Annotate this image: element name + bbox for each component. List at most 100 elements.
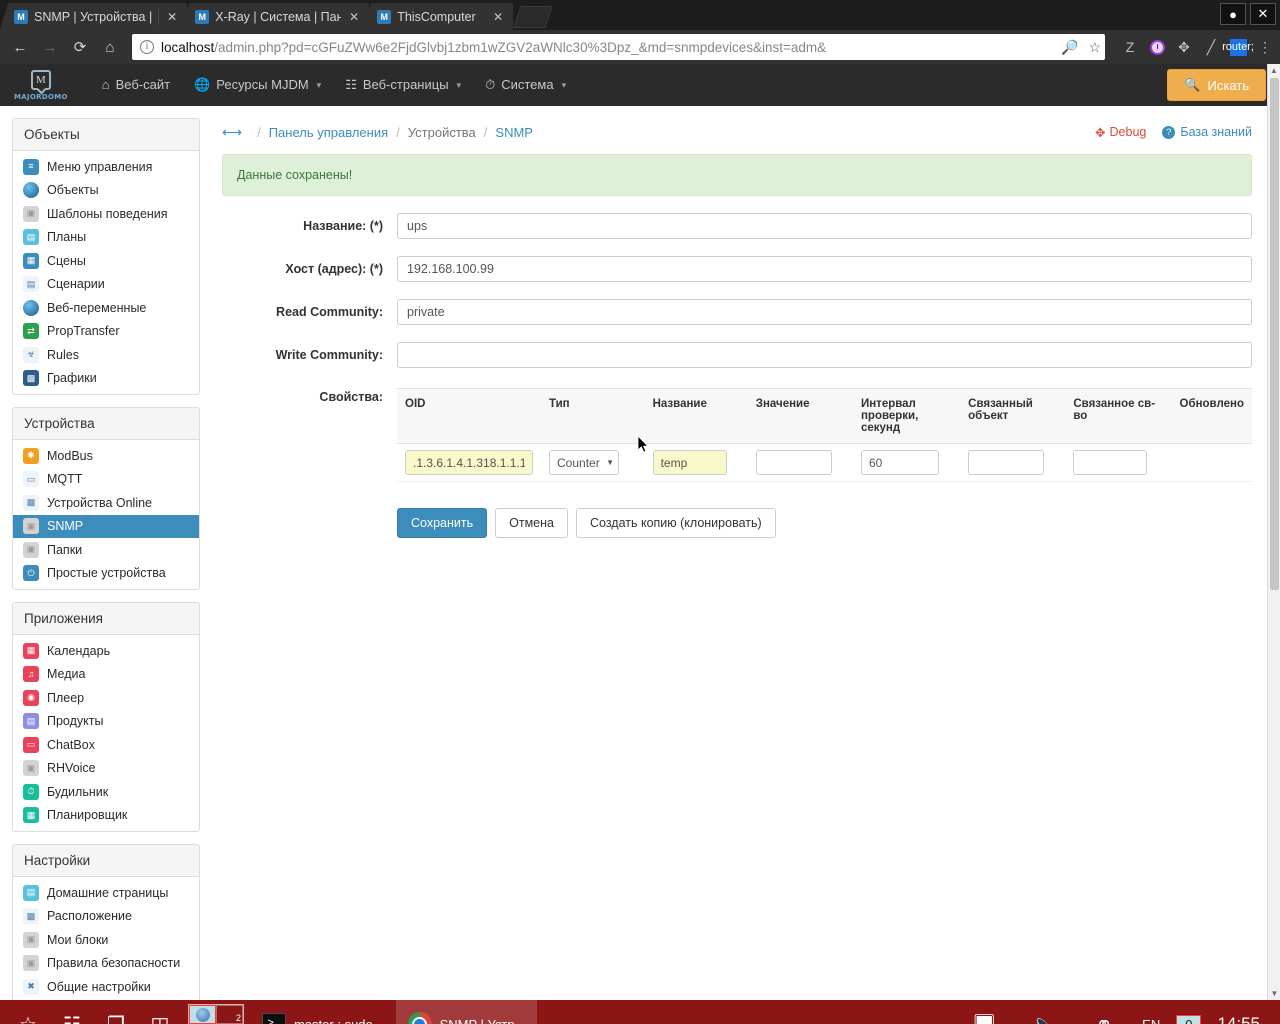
- sidebar-item-my-blocks[interactable]: ▣Мои блоки: [13, 928, 199, 952]
- star-icon[interactable]: ☆: [6, 1002, 50, 1024]
- sidebar-item-security-rules[interactable]: ▣Правила безопасности: [13, 952, 199, 976]
- search-button[interactable]: 🔍 Искать: [1167, 69, 1266, 101]
- clock[interactable]: 14:55: [1217, 1014, 1260, 1024]
- browser-tab-0[interactable]: M SNMP | Устройства | ✕: [0, 3, 187, 30]
- network-icon[interactable]: 🖥: [962, 1002, 1006, 1024]
- clock-icon[interactable]: [1148, 38, 1166, 56]
- sidebar-item-home-pages[interactable]: ▤Домашние страницы: [13, 881, 199, 905]
- workspace-pager[interactable]: 2 3 4: [188, 1004, 244, 1024]
- usb-icon[interactable]: ⚭: [1082, 1002, 1126, 1024]
- write-community-input[interactable]: [397, 342, 1252, 368]
- sidebar-item-scripts[interactable]: ▤Сценарии: [13, 273, 199, 297]
- sidebar-item-web-variables[interactable]: Веб-переменные: [13, 296, 199, 320]
- sidebar-item-mqtt[interactable]: ▭MQTT: [13, 468, 199, 492]
- drawers-icon[interactable]: ◫: [138, 1002, 182, 1024]
- sidebar-item-modbus[interactable]: ✱ModBus: [13, 444, 199, 468]
- sidebar-item-calendar[interactable]: ▦Календарь: [13, 639, 199, 663]
- host-input[interactable]: [397, 256, 1252, 282]
- close-icon[interactable]: ✕: [1250, 3, 1276, 25]
- sidebar-item-scheduler[interactable]: ▦Планировщик: [13, 804, 199, 828]
- property-name-input[interactable]: [653, 450, 727, 475]
- slash-icon[interactable]: ╱: [1202, 38, 1220, 56]
- sidebar-item-devices-online[interactable]: ▩Устройства Online: [13, 491, 199, 515]
- browser-tab-2[interactable]: M ThisComputer ✕: [363, 3, 513, 30]
- breadcrumb-item-dashboard[interactable]: Панель управления: [269, 125, 388, 140]
- page-viewport: M MAJORDOMO ⌂ Веб-сайт 🌐 Ресурсы MJDM ▾ …: [0, 64, 1280, 1000]
- tab-close-icon[interactable]: ✕: [347, 11, 361, 23]
- sidebar-item-folders[interactable]: ▣Папки: [13, 538, 199, 562]
- nav-item-webpages[interactable]: ☷ Веб-страницы ▾: [333, 64, 473, 106]
- browser-tab-1[interactable]: M X-Ray | Система | Пан ✕: [181, 3, 369, 30]
- linked-object-input[interactable]: [968, 450, 1044, 475]
- sidebar-item-chatbox[interactable]: ▭ChatBox: [13, 733, 199, 757]
- home-icon[interactable]: ⌂: [96, 34, 124, 60]
- sidebar-item-charts[interactable]: ▩Графики: [13, 367, 199, 391]
- save-button[interactable]: Сохранить: [397, 508, 487, 538]
- bookmark-star-icon[interactable]: ☆: [1088, 39, 1101, 56]
- sidebar-item-alarm[interactable]: ⏱Будильник: [13, 780, 199, 804]
- workspace-2[interactable]: 2: [216, 1005, 243, 1024]
- name-input[interactable]: [397, 213, 1252, 239]
- apps-grid-icon[interactable]: ☷: [50, 1002, 94, 1024]
- browser-menu-icon[interactable]: ⋮: [1256, 38, 1274, 56]
- language-indicator[interactable]: EN: [1142, 1017, 1160, 1024]
- sidebar-item-objects[interactable]: Объекты: [13, 179, 199, 203]
- sidebar-item-scenes[interactable]: ▦Сцены: [13, 249, 199, 273]
- site-info-icon[interactable]: i: [140, 40, 154, 54]
- page-scrollbar[interactable]: ▲ ▼: [1267, 64, 1280, 1000]
- expand-icon[interactable]: router;: [1229, 38, 1247, 56]
- sidebar-item-snmp[interactable]: ▣SNMP: [13, 515, 199, 539]
- tab-close-icon[interactable]: ✕: [491, 11, 505, 23]
- read-community-input[interactable]: [397, 299, 1252, 325]
- breadcrumb-item-snmp[interactable]: SNMP: [495, 125, 533, 140]
- search-minus-icon[interactable]: 🔎: [1061, 39, 1078, 56]
- sidebar-item-player[interactable]: ◉Плеер: [13, 686, 199, 710]
- oid-input[interactable]: [405, 450, 533, 475]
- clone-button[interactable]: Создать копию (клонировать): [576, 508, 776, 538]
- taskbar: ☆ ☷ ❐ ◫ 2 3 4 >_ master : sudo... SNMP |…: [0, 1000, 1280, 1024]
- sidebar-item-general-settings[interactable]: ✖Общие настройки: [13, 975, 199, 999]
- collapse-sidebar-icon[interactable]: ⟷: [222, 124, 242, 141]
- new-tab-button[interactable]: [514, 6, 553, 28]
- forward-icon[interactable]: →: [36, 34, 64, 60]
- sidebar-item-control-menu[interactable]: ≡Меню управления: [13, 155, 199, 179]
- linked-property-input[interactable]: [1073, 450, 1147, 475]
- sidebar-item-sound-files[interactable]: ▣Звуковые файлы: [13, 999, 199, 1001]
- tab-close-icon[interactable]: ✕: [165, 11, 179, 23]
- nav-item-system[interactable]: ⏱ Система ▾: [473, 64, 578, 106]
- nav-item-resources[interactable]: 🌐 Ресурсы MJDM ▾: [182, 64, 333, 106]
- taskbar-task-chrome[interactable]: SNMP | Устр...: [396, 1000, 538, 1024]
- cancel-button[interactable]: Отмена: [495, 508, 568, 538]
- property-value-input[interactable]: [756, 450, 832, 475]
- sidebar-item-rhvoice[interactable]: ▣RHVoice: [13, 757, 199, 781]
- scrollbar-thumb[interactable]: [1270, 78, 1279, 590]
- brand-logo[interactable]: M MAJORDOMO: [14, 70, 68, 101]
- volume-icon[interactable]: 🔈: [1022, 1002, 1066, 1024]
- nav-item-website[interactable]: ⌂ Веб-сайт: [90, 64, 182, 106]
- sidebar-item-location[interactable]: ▩Расположение: [13, 905, 199, 929]
- knowledge-base-link[interactable]: ? База знаний: [1162, 125, 1252, 139]
- reload-icon[interactable]: ⟳: [66, 34, 94, 60]
- sidebar-item-proptransfer[interactable]: ⇄PropTransfer: [13, 320, 199, 344]
- interval-input[interactable]: [861, 450, 939, 475]
- move-icon[interactable]: ✥: [1175, 38, 1193, 56]
- back-icon[interactable]: ←: [6, 34, 34, 60]
- notification-badge[interactable]: 0: [1176, 1015, 1201, 1024]
- sidebar-item-simple-devices[interactable]: ⏻Простые устройства: [13, 562, 199, 586]
- workspace-1[interactable]: [189, 1005, 216, 1024]
- address-bar[interactable]: i localhost /admin.php?pd=cGFuZWw6e2FjdG…: [132, 34, 1105, 60]
- sidebar-item-products[interactable]: ▤Продукты: [13, 710, 199, 734]
- sidebar-item-behavior-templates[interactable]: ▣Шаблоны поведения: [13, 202, 199, 226]
- sidebar-item-rules[interactable]: ☣Rules: [13, 343, 199, 367]
- sidebar-item-plans[interactable]: ▤Планы: [13, 226, 199, 250]
- account-icon[interactable]: ●: [1220, 3, 1246, 25]
- debug-link[interactable]: ✥ Debug: [1095, 125, 1146, 140]
- taskbar-task-terminal[interactable]: >_ master : sudo...: [250, 1000, 396, 1024]
- scroll-up-icon[interactable]: ▲: [1268, 64, 1280, 77]
- windows-icon[interactable]: ❐: [94, 1002, 138, 1024]
- scroll-down-icon[interactable]: ▼: [1268, 987, 1280, 1000]
- type-select[interactable]: Counter ▼: [549, 450, 619, 475]
- sidebar-item-media[interactable]: ♫Медиа: [13, 663, 199, 687]
- zotero-icon[interactable]: Z: [1121, 38, 1139, 56]
- task-label: master : sudo...: [294, 1017, 384, 1024]
